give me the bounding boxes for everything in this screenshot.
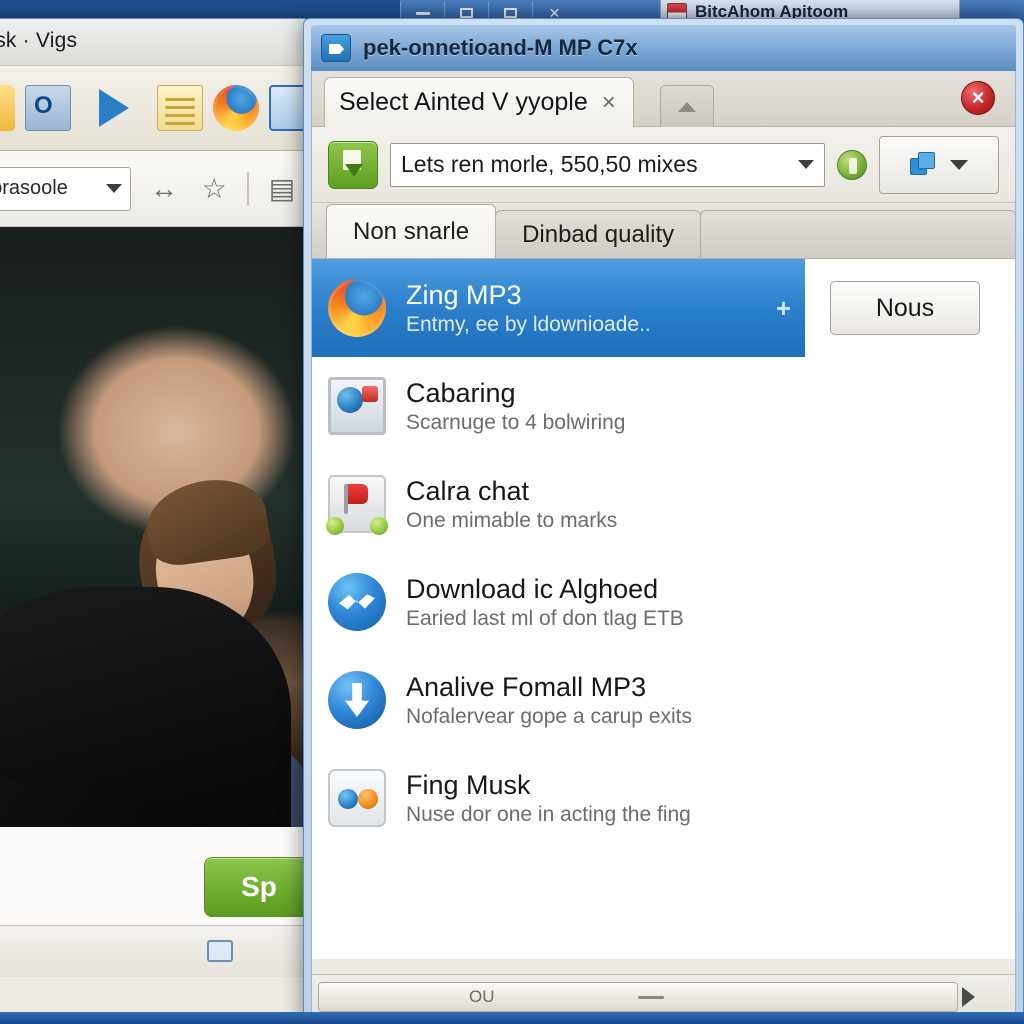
dialog-address-row: Lets ren morle, 550,50 mixes: [312, 127, 1015, 203]
list-item[interactable]: Download ic Alghoed Earied last ml of do…: [312, 553, 1015, 651]
copy-tool-button[interactable]: [879, 135, 999, 194]
list-item-description: Nuse dor one in acting the fing: [406, 802, 691, 826]
back-forward-icon[interactable]: ↔: [147, 169, 181, 209]
background-window-address-bar: horasoole ↔ ☆ ▤: [0, 151, 309, 227]
list-item[interactable]: Fing Musk Nuse dor one in acting the fin…: [312, 749, 1015, 847]
list-item-description: Nofalervear gope a carup exits: [406, 704, 692, 728]
scrollbar-grip: [638, 995, 664, 999]
dialog-title: pek-onnetioand-M MP C7x: [363, 35, 638, 60]
list-item-title: Cabaring: [406, 377, 516, 408]
dialog-titlebar[interactable]: pek-onnetioand-M MP C7x: [311, 25, 1016, 71]
desktop-bottom-edge: [0, 1012, 1024, 1024]
addressbar-divider: [247, 171, 249, 206]
nous-button[interactable]: Nous: [830, 281, 980, 335]
favorites-star-icon[interactable]: ☆: [197, 169, 231, 209]
tab-non-snarle-label: Non snarle: [353, 217, 470, 245]
list-item-title: Analive Fomall MP3: [406, 671, 647, 702]
list-item-title: Download ic Alghoed: [406, 573, 659, 604]
chevron-down-icon[interactable]: [798, 160, 814, 169]
background-window-toolbar: [0, 65, 309, 151]
background-page-lower: Sp: [0, 827, 309, 977]
list-item-title: Calra chat: [406, 475, 530, 506]
list-item-description: Scarnuge to 4 bolwiring: [406, 410, 626, 434]
outlook-icon[interactable]: [25, 85, 71, 131]
start-button[interactable]: Sp: [204, 857, 309, 917]
list-item[interactable]: Zing MP3 Entmy, ee by ldownioade.. +: [312, 259, 805, 357]
scrollbar-thumb[interactable]: OU: [318, 981, 958, 1012]
download-circle-icon: [328, 671, 386, 729]
background-window-statusbar: [0, 925, 309, 977]
download-list: Zing MP3 Entmy, ee by ldownioade.. + Nou…: [312, 259, 1015, 959]
close-icon[interactable]: ×: [602, 89, 616, 117]
download-badge-icon[interactable]: [328, 140, 378, 189]
chevron-up-icon: [678, 101, 696, 112]
page-photo: [0, 227, 309, 827]
tabs-filler: [700, 210, 1015, 258]
people-icon: [328, 769, 386, 827]
list-item-title: Zing MP3: [406, 279, 522, 310]
background-address-input[interactable]: horasoole: [0, 166, 131, 211]
firefox-icon[interactable]: [213, 85, 259, 131]
add-icon[interactable]: +: [776, 293, 791, 324]
list-item[interactable]: Calra chat One mimable to marks: [312, 455, 1015, 553]
folder-icon[interactable]: [0, 85, 15, 131]
list-item-description: Earied last ml of don tlag ETB: [406, 606, 684, 630]
screen: ✕ BitcAhom Apitoom ✕ Disk · Vigs: [0, 0, 1024, 1024]
scrollbar-label: OU: [469, 986, 495, 1006]
dialog-body: Select Ainted V yyople × × Lets ren morl…: [311, 71, 1016, 1019]
tab-dinbad-quality[interactable]: Dinbad quality: [495, 210, 702, 258]
go-icon[interactable]: [837, 149, 867, 180]
messenger-icon: [328, 573, 386, 631]
browser-tab-label: Select Ainted V yyople: [339, 88, 588, 116]
new-tab-button[interactable]: [660, 85, 714, 127]
page-icon[interactable]: ▤: [265, 169, 299, 209]
chevron-down-icon[interactable]: [950, 159, 968, 170]
play-icon[interactable]: [91, 85, 137, 131]
list-item[interactable]: Analive Fomall MP3 Nofalervear gope a ca…: [312, 651, 1015, 749]
monitor-icon: [328, 377, 386, 435]
chevron-down-icon[interactable]: [106, 184, 122, 193]
app-icon: [321, 34, 351, 62]
firefox-icon: [328, 279, 386, 337]
background-browser-window[interactable]: Disk · Vigs horasoole ↔ ☆ ▤: [0, 18, 310, 1018]
notes-icon[interactable]: [157, 85, 203, 131]
list-item-description: One mimable to marks: [406, 508, 618, 532]
list-item-description: Entmy, ee by ldownioade..: [406, 312, 651, 336]
section-tabs: Non snarle Dinbad quality: [312, 203, 1015, 259]
list-item-title: Fing Musk: [406, 769, 531, 800]
list-item[interactable]: Cabaring Scarnuge to 4 bolwiring: [312, 357, 1015, 455]
background-address-value: horasoole: [0, 177, 68, 199]
address-input[interactable]: Lets ren morle, 550,50 mixes: [390, 142, 825, 187]
statusbar-icon: [207, 940, 233, 962]
copy-icon: [910, 151, 936, 178]
download-dialog-window[interactable]: pek-onnetioand-M MP C7x Select Ainted V …: [303, 18, 1024, 1024]
browser-tab[interactable]: Select Ainted V yyople ×: [324, 77, 634, 127]
flag-icon: [326, 475, 388, 535]
tab-dinbad-quality-label: Dinbad quality: [522, 220, 675, 248]
tab-non-snarle[interactable]: Non snarle: [326, 204, 497, 258]
arrow-right-icon[interactable]: [962, 986, 975, 1007]
address-input-value: Lets ren morle, 550,50 mixes: [401, 151, 698, 177]
background-window-title: Disk · Vigs: [0, 19, 309, 65]
dialog-tabstrip: Select Ainted V yyople × ×: [312, 71, 1015, 127]
dialog-close-button[interactable]: ×: [961, 81, 995, 115]
